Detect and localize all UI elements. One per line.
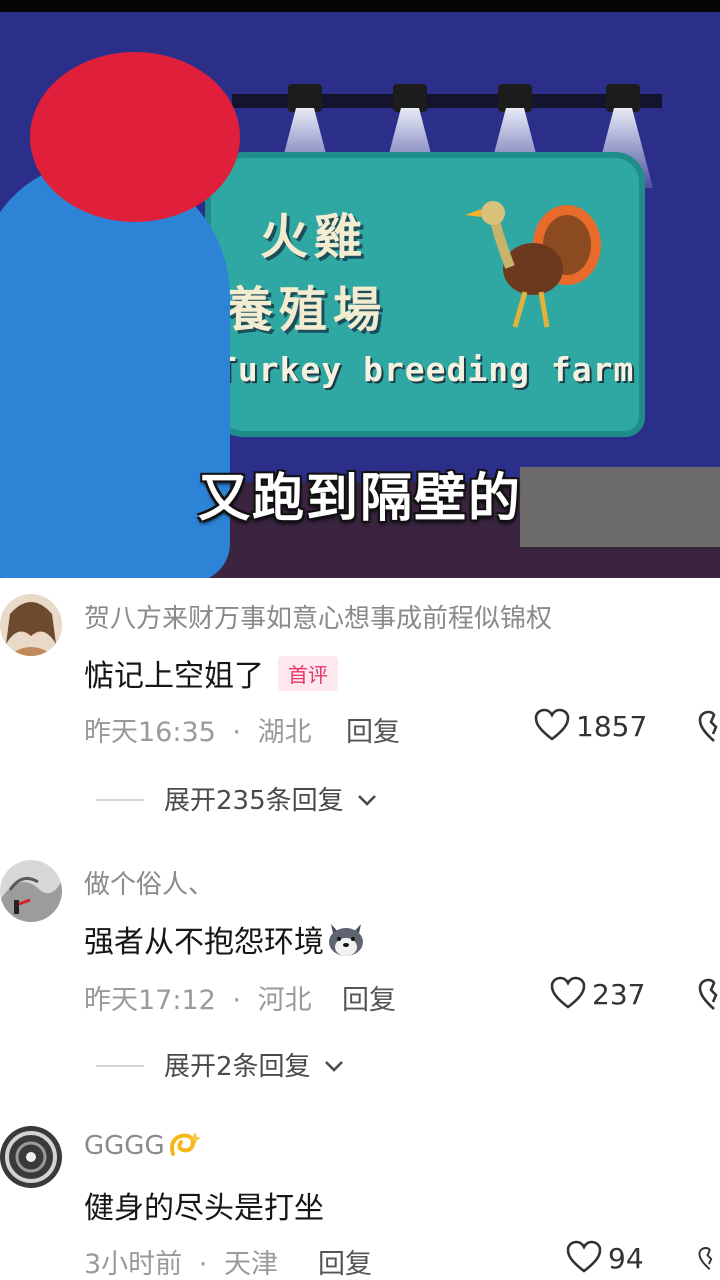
comment-meta: 昨天17:12 · 河北 [84, 978, 312, 1017]
like-button[interactable]: 94 [566, 1240, 644, 1275]
comment-text-content: 强者从不抱怨环境 [84, 925, 324, 960]
broken-heart-icon[interactable] [698, 978, 720, 1012]
comment-time: 昨天16:35 [84, 717, 216, 748]
expand-replies-label: 展开235条回复 [164, 786, 344, 816]
husky-dog-emoji [329, 924, 363, 956]
sign-english-text: Turkey breeding farm [217, 350, 635, 389]
like-count: 1857 [576, 710, 648, 743]
expand-replies-button[interactable]: 展开2条回复 [96, 1046, 345, 1083]
avatar[interactable] [0, 1126, 62, 1188]
turkey-icon [465, 201, 601, 328]
dizzy-emoji [169, 1132, 201, 1156]
username-text: GGGG [84, 1131, 165, 1161]
broken-heart-icon[interactable] [698, 1242, 720, 1276]
comment-text: 强者从不抱怨环境 [84, 917, 366, 961]
meta-separator: · [198, 1249, 208, 1280]
stage-lamp [288, 84, 322, 112]
comment-location: 湖北 [257, 717, 312, 748]
chevron-down-icon [357, 795, 376, 806]
video-top-bar [0, 0, 720, 12]
sign-chinese-line1: 火雞 [260, 209, 369, 265]
chevron-down-icon [324, 1061, 343, 1072]
comment-text-content: 惦记上空姐了 [84, 659, 264, 694]
video-player[interactable]: 火雞 養殖場 Turkey breeding farm 又跑到隔壁的 [0, 0, 720, 578]
stage-lamp [498, 84, 532, 112]
comment-meta: 3小时前 · 天津 [84, 1242, 278, 1280]
broken-heart-icon[interactable] [698, 710, 720, 744]
reply-button[interactable]: 回复 [318, 1242, 372, 1280]
turkey-farm-sign: 火雞 養殖場 Turkey breeding farm [205, 152, 645, 437]
comment-username[interactable]: 贺八方来财万事如意心想事成前程似锦权 [84, 598, 552, 635]
meta-separator: · [232, 717, 241, 748]
comment-list[interactable]: 贺八方来财万事如意心想事成前程似锦权 惦记上空姐了 首评 昨天16:35 · 湖北… [0, 578, 720, 1280]
character-red-hair [30, 52, 240, 222]
expand-replies-label: 展开2条回复 [164, 1052, 311, 1082]
heart-icon [534, 708, 570, 741]
comment-time: 3小时前 [84, 1249, 183, 1280]
like-button[interactable]: 237 [550, 976, 645, 1011]
stage-lamp [606, 84, 640, 112]
comment-location: 天津 [223, 1249, 278, 1280]
comment-location: 河北 [257, 985, 312, 1016]
avatar[interactable] [0, 594, 62, 656]
heart-icon [566, 1240, 602, 1273]
video-subtitle: 又跑到隔壁的 [197, 469, 522, 529]
meta-separator: · [232, 985, 241, 1016]
reply-button[interactable]: 回复 [346, 710, 400, 749]
expand-divider [96, 799, 144, 801]
comment-time: 昨天17:12 [84, 985, 216, 1016]
heart-icon [550, 976, 586, 1009]
like-count: 237 [592, 978, 646, 1011]
expand-replies-button[interactable]: 展开235条回复 [96, 780, 378, 817]
comment-meta: 昨天16:35 · 湖北 [84, 710, 312, 749]
comment-text: 健身的尽头是打坐 [84, 1191, 324, 1226]
sign-chinese-line2: 養殖場 [225, 282, 388, 338]
reply-button[interactable]: 回复 [342, 978, 396, 1017]
like-count: 94 [608, 1242, 644, 1275]
expand-divider [96, 1065, 144, 1067]
comment-username[interactable]: GGGG [84, 1130, 201, 1161]
video-frame-scene: 火雞 養殖場 Turkey breeding farm 又跑到隔壁的 [0, 12, 720, 578]
comment-username[interactable]: 做个俗人、 [84, 864, 214, 901]
stage-lamp [393, 84, 427, 112]
comment-text: 惦记上空姐了 首评 [84, 651, 338, 695]
like-button[interactable]: 1857 [534, 708, 647, 743]
avatar[interactable] [0, 860, 62, 922]
first-comment-badge: 首评 [278, 656, 338, 691]
